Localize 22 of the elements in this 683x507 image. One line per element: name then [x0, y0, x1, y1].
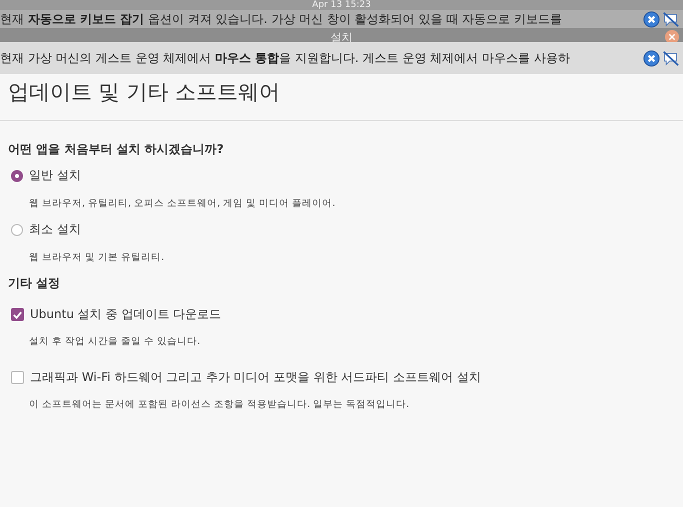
section-heading: 어떤 앱을 처음부터 설치 하시겠습니까?: [8, 141, 225, 158]
option-description: 웹 브라우저, 유틸리티, 오피스 소프트웨어, 게임 및 미디어 플레이어.: [29, 197, 336, 210]
option-label[interactable]: 일반 설치: [29, 167, 81, 184]
section-heading: 기타 설정: [8, 275, 62, 292]
option-label[interactable]: Ubuntu 설치 중 업데이트 다운로드: [30, 306, 222, 323]
page-heading: 업데이트 및 기타 소프트웨어: [0, 74, 683, 121]
notification-text: 현재 가상 머신의 게스트 운영 체제에서 마우스 통합을 지원합니다. 게스트 운영 체제에서 마우스를 사용하: [0, 50, 571, 66]
option-label[interactable]: 그래픽과 Wi-Fi 하드웨어 그리고 추가 미디어 포맷을 위한 서드파티 소프트웨어 설치: [30, 369, 481, 386]
muted-bubble-icon[interactable]: [662, 11, 679, 28]
muted-bubble-icon[interactable]: [662, 50, 679, 66]
close-icon[interactable]: [643, 11, 660, 28]
checkbox[interactable]: [11, 308, 24, 321]
option-description: 설치 후 작업 시간을 줄일 수 있습니다.: [29, 335, 202, 348]
option-description: 웹 브라우저 및 기본 유틸리티.: [29, 251, 166, 264]
option-description: 이 소프트웨어는 문서에 포함된 라이선스 조항을 적용받습니다. 일부는 독점적입니다.: [29, 398, 410, 411]
clock: Apr 13 15:23: [0, 0, 683, 10]
close-icon[interactable]: [643, 50, 660, 66]
radio-button[interactable]: [11, 170, 23, 182]
option-label[interactable]: 최소 설치: [29, 221, 81, 238]
radio-button[interactable]: [11, 224, 23, 236]
notification-text: 현재 자동으로 키보드 잡기 옵션이 켜져 있습니다. 가상 머신 창이 활성화되어 있을 때 자동으로 키보드를: [0, 11, 563, 28]
checkbox[interactable]: [11, 371, 24, 384]
